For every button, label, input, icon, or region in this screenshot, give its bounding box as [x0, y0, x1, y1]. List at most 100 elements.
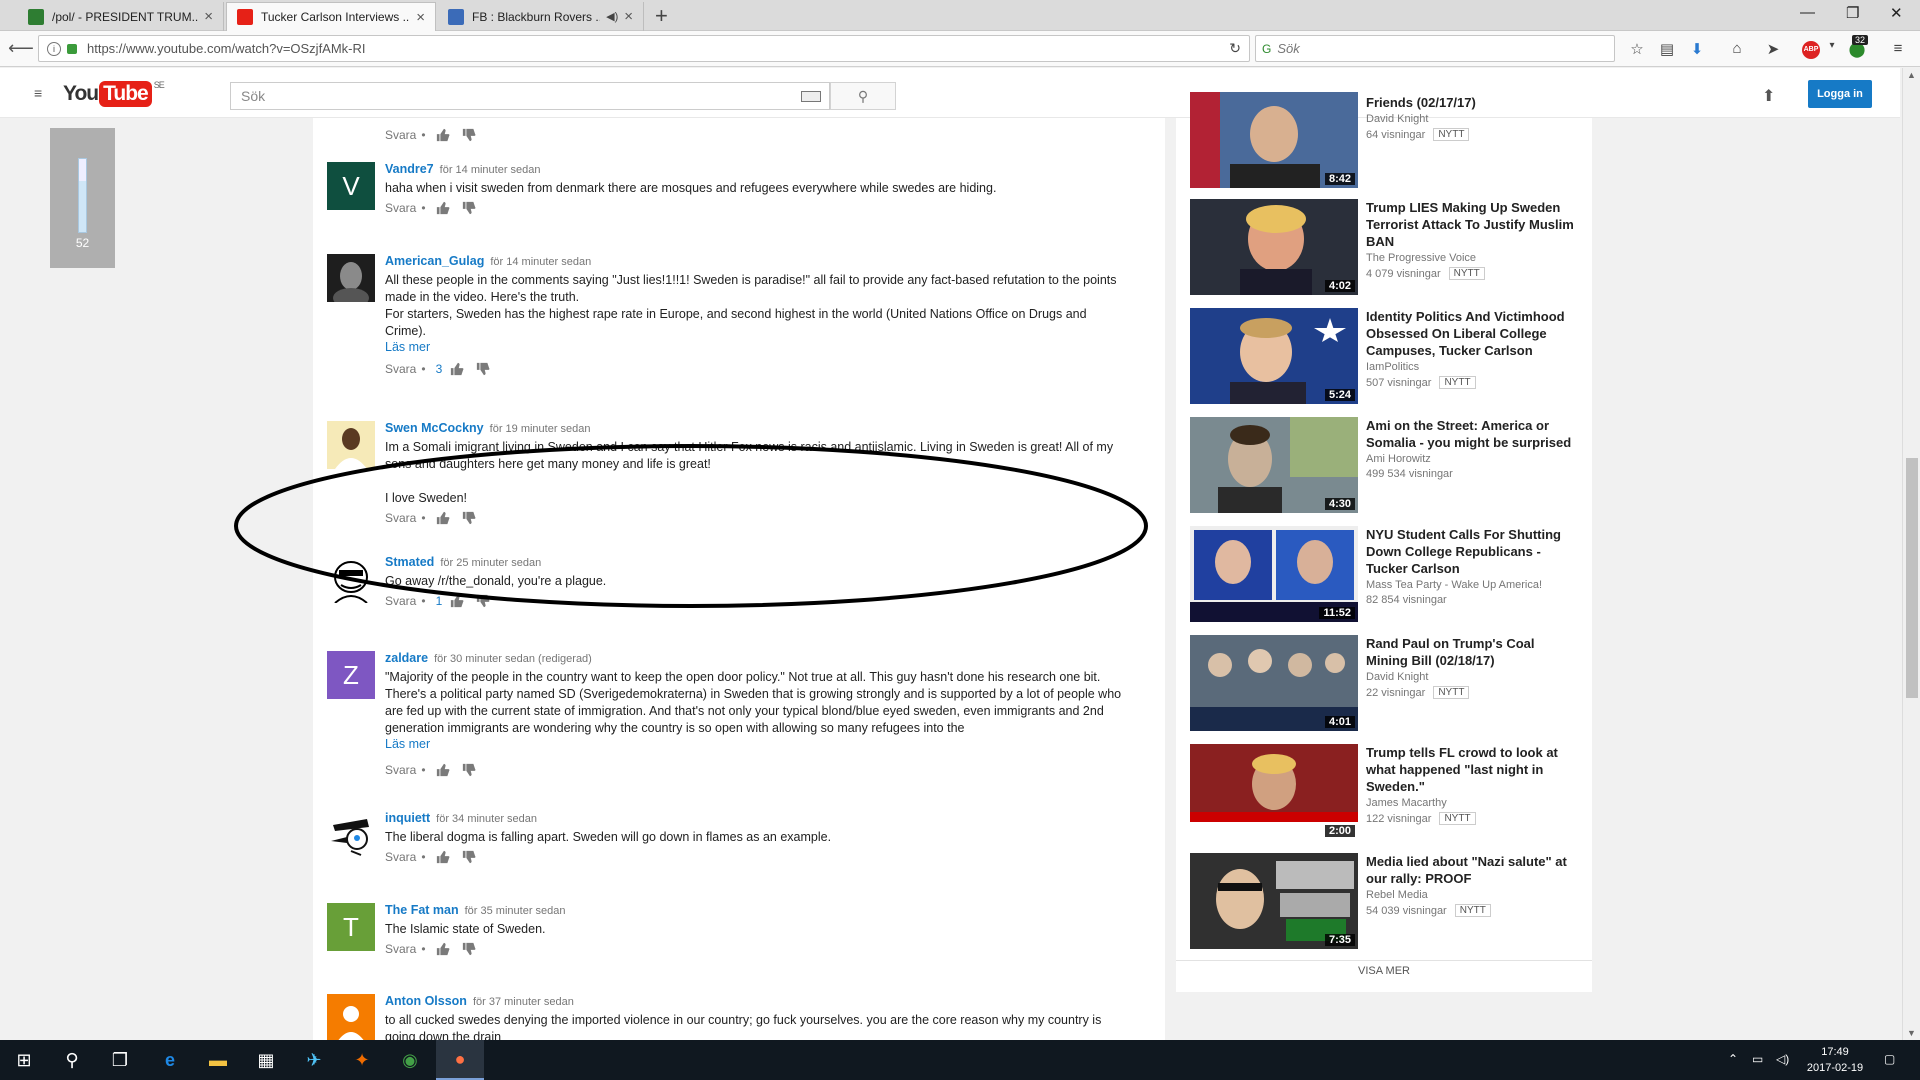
thumbs-down-icon[interactable]	[462, 201, 476, 215]
network-icon[interactable]: ▭	[1752, 1052, 1763, 1066]
thumbs-up-icon[interactable]	[436, 763, 450, 777]
reply-link[interactable]: Svara	[385, 942, 416, 956]
clipboard-icon[interactable]: ▤	[1657, 40, 1677, 60]
video-title[interactable]: Media lied about "Nazi salute" at our ra…	[1366, 853, 1576, 887]
firefox-icon[interactable]: ●	[436, 1040, 484, 1080]
scroll-up-icon[interactable]: ▲	[1907, 70, 1916, 80]
url-text[interactable]: https://www.youtube.com/watch?v=OSzjfAMk…	[87, 41, 366, 56]
file-explorer-icon[interactable]: ▬	[194, 1040, 242, 1080]
video-title[interactable]: Identity Politics And Victimhood Obsesse…	[1366, 308, 1576, 359]
youtube-search-input[interactable]: Sök	[230, 82, 830, 110]
reply-link[interactable]: Svara	[385, 128, 416, 142]
thumbs-up-icon[interactable]	[450, 362, 464, 376]
reply-link[interactable]: Svara	[385, 594, 416, 608]
related-video-item[interactable]: 2:00 Trump tells FL crowd to look at wha…	[1190, 744, 1580, 840]
video-title[interactable]: NYU Student Calls For Shutting Down Coll…	[1366, 526, 1576, 577]
back-arrow-icon[interactable]: ⟵	[8, 38, 34, 60]
thumbs-up-icon[interactable]	[436, 942, 450, 956]
tab-close-icon[interactable]: ×	[624, 8, 633, 25]
minimize-button[interactable]: —	[1800, 4, 1815, 21]
search-engine-icon[interactable]: G	[1262, 42, 1271, 56]
comment-time[interactable]: för 34 minuter sedan	[436, 813, 537, 825]
comment-time[interactable]: för 37 minuter sedan	[473, 996, 574, 1008]
task-view-icon[interactable]: ❐	[96, 1040, 144, 1080]
thumbs-up-icon[interactable]	[436, 511, 450, 525]
thumbs-down-icon[interactable]	[476, 362, 490, 376]
comment-author[interactable]: American_Gulag	[385, 254, 484, 268]
avatar[interactable]	[327, 254, 375, 302]
scroll-down-icon[interactable]: ▼	[1907, 1028, 1916, 1038]
keyboard-icon[interactable]	[801, 91, 821, 102]
send-icon[interactable]: ➤	[1763, 40, 1783, 60]
avatar[interactable]	[327, 811, 375, 859]
chevron-down-icon[interactable]: ▾	[1822, 40, 1842, 60]
adblock-icon[interactable]: ABP	[1802, 41, 1820, 59]
login-button[interactable]: Logga in	[1808, 80, 1872, 108]
video-thumbnail[interactable]: 5:24	[1190, 308, 1358, 404]
thumbs-up-icon[interactable]	[450, 594, 464, 608]
video-thumbnail[interactable]: 2:00	[1190, 744, 1358, 840]
reply-link[interactable]: Svara	[385, 511, 416, 525]
comment-time[interactable]: för 35 minuter sedan	[465, 905, 566, 917]
tab-close-icon[interactable]: ×	[416, 9, 425, 26]
comment-time[interactable]: för 14 minuter sedan	[490, 256, 591, 268]
reload-icon[interactable]: ↻	[1229, 40, 1241, 57]
guide-menu-icon[interactable]: ≡	[34, 86, 48, 100]
store-icon[interactable]: ▦	[242, 1040, 290, 1080]
close-window-button[interactable]: ✕	[1890, 4, 1903, 22]
edge-icon[interactable]: e	[146, 1040, 194, 1080]
video-thumbnail[interactable]: 11:52	[1190, 526, 1358, 622]
reply-link[interactable]: Svara	[385, 763, 416, 777]
reply-link[interactable]: Svara	[385, 362, 416, 376]
avatar[interactable]: Z	[327, 651, 375, 699]
clock[interactable]: 17:49 2017-02-19	[1800, 1044, 1870, 1076]
app-icon[interactable]: ✈	[290, 1040, 338, 1080]
video-title[interactable]: Trump tells FL crowd to look at what hap…	[1366, 744, 1576, 795]
reply-link[interactable]: Svara	[385, 850, 416, 864]
comment-time[interactable]: för 19 minuter sedan	[490, 423, 591, 435]
comment-author[interactable]: Vandre7	[385, 162, 434, 176]
comment-time[interactable]: för 14 minuter sedan	[440, 164, 541, 176]
thumbs-down-icon[interactable]	[462, 850, 476, 864]
upload-icon[interactable]: ⬆	[1762, 86, 1775, 106]
thumbs-down-icon[interactable]	[462, 511, 476, 525]
read-more-link[interactable]: Läs mer	[385, 340, 1125, 354]
comment-author[interactable]: Anton Olsson	[385, 994, 467, 1008]
video-thumbnail[interactable]: 8:42	[1190, 92, 1358, 188]
thumbs-down-icon[interactable]	[476, 594, 490, 608]
reply-link[interactable]: Svara	[385, 201, 416, 215]
chrome-icon[interactable]: ◉	[386, 1040, 434, 1080]
video-title[interactable]: Ami on the Street: America or Somalia - …	[1366, 417, 1576, 451]
windows-start-icon[interactable]: ⊞	[0, 1040, 48, 1080]
new-tab-button[interactable]: +	[655, 3, 668, 29]
address-bar[interactable]: i https://www.youtube.com/watch?v=OSzjfA…	[38, 35, 1250, 62]
youtube-logo[interactable]: You Tube SE	[63, 80, 165, 108]
related-video-item[interactable]: 8:42 Friends (02/17/17) David Knight 64 …	[1190, 92, 1580, 188]
menu-icon[interactable]: ≡	[1888, 40, 1908, 60]
comment-author[interactable]: zaldare	[385, 651, 428, 665]
browser-search-box[interactable]: G Sök	[1255, 35, 1615, 62]
avatar[interactable]: V	[327, 162, 375, 210]
show-more-button[interactable]: VISA MER	[1176, 960, 1592, 982]
notification-icon[interactable]: ▢	[1884, 1052, 1895, 1066]
comment-time[interactable]: för 30 minuter sedan (redigerad)	[434, 653, 592, 665]
avatar[interactable]	[327, 421, 375, 469]
video-thumbnail[interactable]: 7:35	[1190, 853, 1358, 949]
thumbs-down-icon[interactable]	[462, 763, 476, 777]
avatar[interactable]	[327, 994, 375, 1042]
bookmark-star-icon[interactable]: ☆	[1627, 40, 1647, 60]
comment-author[interactable]: inquiett	[385, 811, 430, 825]
related-video-item[interactable]: 5:24 Identity Politics And Victimhood Ob…	[1190, 308, 1580, 404]
speaker-icon[interactable]: ◀)	[606, 10, 618, 23]
related-video-item[interactable]: 7:35 Media lied about "Nazi salute" at o…	[1190, 853, 1580, 949]
info-icon[interactable]: i	[47, 41, 61, 56]
video-thumbnail[interactable]: 4:01	[1190, 635, 1358, 731]
chevron-up-icon[interactable]: ⌃	[1728, 1052, 1738, 1066]
download-icon[interactable]: ⬇	[1687, 40, 1707, 60]
tab-youtube[interactable]: Tucker Carlson Interviews ... ×	[226, 2, 436, 31]
video-title[interactable]: Trump LIES Making Up Sweden Terrorist At…	[1366, 199, 1576, 250]
related-video-item[interactable]: 4:01 Rand Paul on Trump's Coal Mining Bi…	[1190, 635, 1580, 731]
comment-author[interactable]: Swen McCockny	[385, 421, 484, 435]
comment-author[interactable]: Stmated	[385, 555, 434, 569]
app-icon[interactable]: ✦	[338, 1040, 386, 1080]
